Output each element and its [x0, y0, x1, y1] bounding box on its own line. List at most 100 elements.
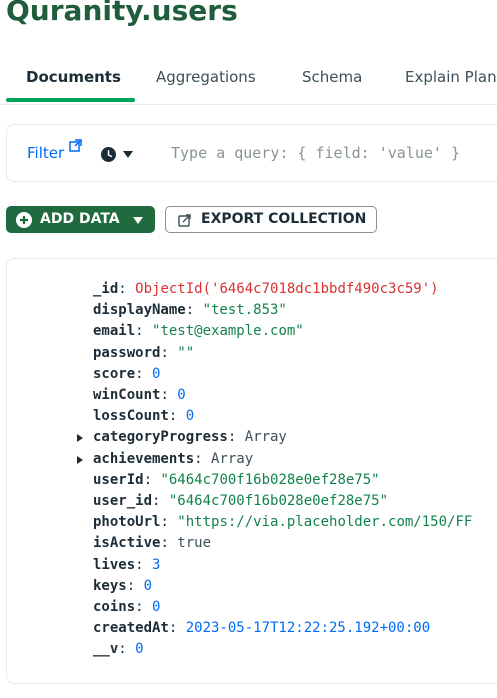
field-separator: : [227, 429, 245, 446]
field-separator: : [160, 514, 178, 531]
external-link-icon[interactable] [69, 139, 82, 152]
tab-aggregations[interactable]: Aggregations [156, 68, 256, 86]
field-entry: achievements: Array [93, 449, 253, 470]
field-value: "test.853" [202, 302, 287, 319]
field-key: lossCount [93, 408, 169, 425]
field-key: email [93, 323, 136, 340]
tab-explain-plan[interactable]: Explain Plan [405, 68, 497, 86]
field-separator: : [135, 323, 153, 340]
export-icon [178, 214, 191, 227]
clock-icon[interactable] [101, 147, 116, 162]
field-key: photoUrl [93, 514, 161, 531]
filter-link[interactable]: Filter [27, 144, 64, 162]
document-field-row: photoUrl: "https://via.placeholder.com/1… [7, 512, 497, 533]
field-separator: : [135, 365, 153, 382]
document-field-row: user_id: "6464c700f16b028e0ef28e75" [7, 491, 497, 512]
field-entry: winCount: 0 [93, 385, 186, 406]
field-key: isActive [93, 535, 161, 552]
chevron-down-icon [133, 217, 143, 224]
document-field-row: winCount: 0 [7, 385, 497, 406]
field-entry: isActive: true [93, 533, 211, 554]
collection-title: Quranity.users [6, 0, 238, 27]
field-separator: : [185, 302, 203, 319]
collection-view: Quranity.users Documents Aggregations Sc… [0, 0, 497, 698]
document-field-row: isActive: true [7, 533, 497, 554]
field-separator: : [143, 471, 161, 488]
field-value: 0 [185, 408, 195, 425]
field-entry: lossCount: 0 [93, 406, 194, 427]
field-key: lives [93, 556, 136, 573]
field-key: keys [93, 577, 127, 594]
plus-circle-icon [16, 212, 32, 228]
field-separator: : [160, 344, 178, 361]
field-entry: displayName: "test.853" [93, 300, 287, 321]
field-key: coins [93, 599, 136, 615]
field-value: Array [211, 450, 254, 467]
chevron-down-icon[interactable] [123, 151, 133, 158]
field-separator: : [168, 620, 186, 637]
field-key: achievements [93, 450, 195, 467]
field-key: displayName [93, 302, 186, 319]
document-field-row: createdAt: 2023-05-17T12:22:25.192+00:00 [7, 618, 497, 639]
field-separator: : [118, 281, 136, 297]
field-entry: password: "" [93, 343, 194, 364]
caret-right-icon[interactable] [76, 434, 84, 443]
field-value: 0 [135, 641, 144, 658]
field-separator: : [135, 556, 153, 573]
field-value: true [177, 535, 212, 552]
field-entry: keys: 0 [93, 576, 152, 597]
field-value: "6464c700f16b028e0ef28e75" [168, 493, 389, 509]
field-key: _id [93, 281, 119, 297]
document-field-row: keys: 0 [7, 576, 497, 597]
field-entry: score: 0 [93, 364, 160, 385]
field-separator: : [126, 577, 144, 594]
document-field-row: email: "test@example.com" [7, 321, 497, 342]
field-entry: userId: "6464c700f16b028e0ef28e75" [93, 470, 380, 491]
field-value: 3 [152, 556, 161, 573]
add-data-button[interactable]: ADD DATA [6, 206, 155, 233]
field-entry: lives: 3 [93, 555, 160, 576]
document-field-row: score: 0 [7, 364, 497, 385]
field-key: winCount [93, 387, 161, 403]
field-entry: photoUrl: "https://via.placeholder.com/1… [93, 512, 472, 533]
field-key: user_id [93, 493, 153, 509]
field-key: userId [93, 471, 144, 488]
document-field-row: displayName: "test.853" [7, 300, 497, 321]
field-key: createdAt [93, 620, 169, 637]
document-field-row: coins: 0 [7, 597, 497, 618]
field-separator: : [152, 493, 169, 509]
active-tab-indicator [6, 98, 135, 102]
document-field-row: userId: "6464c700f16b028e0ef28e75" [7, 470, 497, 491]
field-entry: coins: 0 [93, 597, 160, 618]
tab-schema[interactable]: Schema [302, 68, 362, 86]
field-separator: : [168, 408, 186, 425]
field-value: 0 [152, 599, 161, 615]
field-entry: categoryProgress: Array [93, 427, 287, 448]
field-value: "test@example.com" [152, 323, 304, 340]
field-key: __v [93, 641, 119, 658]
field-key: score [93, 365, 136, 382]
field-separator: : [118, 641, 136, 658]
export-collection-button[interactable]: EXPORT COLLECTION [165, 206, 377, 233]
export-collection-label: EXPORT COLLECTION [201, 211, 367, 227]
field-separator: : [160, 535, 178, 552]
field-key: password [93, 344, 161, 361]
field-value: 2023-05-17T12:22:25.192+00:00 [185, 620, 431, 637]
field-value: 0 [152, 365, 161, 382]
query-input[interactable] [171, 141, 497, 165]
tab-documents[interactable]: Documents [26, 68, 121, 86]
caret-right-icon[interactable] [76, 455, 84, 464]
document-field-row: achievements: Array [7, 449, 497, 470]
field-entry: createdAt: 2023-05-17T12:22:25.192+00:00 [93, 618, 430, 639]
field-value: "https://via.placeholder.com/150/FF [177, 514, 473, 531]
document-card[interactable]: _id: ObjectId('6464c7018dc1bbdf490c3c59'… [6, 258, 497, 684]
field-separator: : [194, 450, 212, 467]
field-value: "" [177, 344, 195, 361]
field-entry: _id: ObjectId('6464c7018dc1bbdf490c3c59'… [93, 279, 439, 300]
field-value: Array [244, 429, 287, 446]
document-field-row: lossCount: 0 [7, 406, 497, 427]
document-field-row: categoryProgress: Array [7, 427, 497, 448]
filter-bar: Filter [6, 124, 497, 182]
add-data-label: ADD DATA [40, 211, 120, 227]
document-field-row: __v: 0 [7, 639, 497, 660]
